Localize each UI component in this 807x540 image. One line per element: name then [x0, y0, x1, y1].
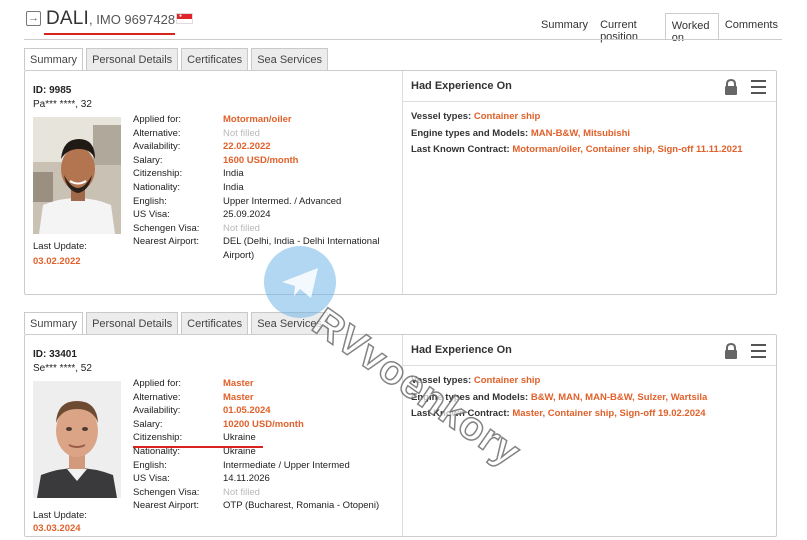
vessel-title: DALI, IMO 9697428: [46, 8, 175, 30]
card-2-tab-summary[interactable]: Summary: [24, 312, 84, 334]
alternative-label: Alternative:: [133, 391, 181, 403]
candidate-2-fields: Applied for: Master Alternative: Master Av…: [133, 377, 388, 513]
availability-label: Availability:: [133, 405, 181, 417]
candidate-1-last-update: 03.02.2022: [33, 256, 81, 267]
schengen-visa-label: Schengen Visa:: [133, 486, 200, 498]
candidate-2-name: Se*** ****, 52: [33, 363, 92, 374]
card-1-tab-summary[interactable]: Summary: [24, 48, 84, 70]
tab-current-position[interactable]: Current position: [594, 13, 665, 43]
candidate-1-citizenship: India: [223, 168, 244, 180]
candidate-1-vessel-types: Container ship: [473, 111, 541, 122]
candidate-1-schengen-visa: Not filled: [223, 222, 260, 234]
candidate-2-nearest-airport: OTP (Bucharest, Romania - Otopeni): [223, 500, 380, 512]
salary-label: Salary:: [133, 154, 163, 166]
english-label: English:: [133, 459, 167, 471]
hamburger-menu-icon[interactable]: [751, 344, 766, 362]
candidate-1-id: ID: 9985: [33, 85, 72, 96]
schengen-visa-label: Schengen Visa:: [133, 222, 200, 234]
candidate-2-alternative: Master: [223, 391, 254, 403]
card-1-tabs: Summary Personal Details Certificates Se…: [24, 48, 331, 70]
tab-summary[interactable]: Summary: [535, 13, 594, 39]
candidate-1-experience-title: Had Experience On: [411, 80, 512, 92]
us-visa-label: US Visa:: [133, 209, 170, 221]
lock-icon[interactable]: [724, 343, 738, 359]
nearest-airport-label: Nearest Airport:: [133, 500, 199, 512]
candidate-2-last-update: 03.03.2024: [33, 523, 81, 534]
candidate-2-availability: 01.05.2024: [223, 405, 271, 417]
singapore-flag-icon: ●: [176, 13, 193, 24]
us-visa-label: US Visa:: [133, 473, 170, 485]
applied-for-label: Applied for:: [133, 114, 182, 125]
alternative-label: Alternative:: [133, 127, 181, 139]
card-1-tab-certificates[interactable]: Certificates: [181, 48, 249, 70]
candidate-1-name: Pa*** ****, 32: [33, 99, 92, 110]
engine-types-label: Engine types and Models:: [411, 127, 531, 139]
candidate-1-last-contract: Motorman/oiler, Container ship, Sign-off…: [512, 144, 743, 155]
candidate-2-photo: [33, 381, 121, 498]
vessel-types-label: Vessel types:: [411, 111, 474, 122]
candidate-1-salary: 1600 USD/month: [223, 154, 299, 166]
candidate-1-summary: ID: 9985 Pa*** ****, 32 Applied for: Moto…: [25, 71, 403, 294]
candidate-1-us-visa: 25.09.2024: [223, 209, 271, 221]
top-tab-divider: [24, 39, 782, 40]
vessel-imo: , IMO 9697428: [89, 12, 176, 27]
candidate-1-photo: [33, 117, 121, 234]
citizenship-highlight-underline: [133, 446, 263, 448]
candidate-2-id: ID: 33401: [33, 349, 77, 360]
nationality-label: Nationality:: [133, 181, 180, 193]
candidate-1-last-update-label: Last Update:: [33, 241, 87, 252]
candidate-1-fields: Applied for: Motorman/oiler Alternative: N…: [133, 113, 388, 263]
back-arrow-icon[interactable]: →: [26, 11, 41, 26]
card-1-tab-sea-services[interactable]: Sea Services: [251, 48, 328, 70]
card-2-tab-certificates[interactable]: Certificates: [181, 312, 249, 334]
nearest-airport-label: Nearest Airport:: [133, 236, 199, 248]
candidate-2-experience-title: Had Experience On: [411, 344, 512, 356]
citizenship-label: Citizenship:: [133, 432, 183, 444]
candidate-2-engine-types: B&W, MAN, MAN-B&W, Sulzer, Wartsila: [530, 391, 708, 403]
candidate-1-experience-panel: Had Experience On Vessel types: Containe…: [403, 71, 776, 294]
tab-comments[interactable]: Comments: [719, 13, 784, 39]
last-contract-label: Last Known Contract:: [411, 144, 513, 155]
candidate-2-schengen-visa: Not filled: [223, 486, 260, 498]
candidate-2-last-contract: Master, Container ship, Sign-off 19.02.2…: [512, 408, 706, 419]
lock-icon[interactable]: [724, 79, 738, 95]
candidate-1-applied-for: Motorman/oiler: [223, 114, 292, 125]
candidate-1-engine-types: MAN-B&W, Mitsubishi: [530, 127, 631, 139]
candidate-1-alternative: Not filled: [223, 127, 260, 139]
card-1-tab-personal-details[interactable]: Personal Details: [86, 48, 179, 70]
candidate-2-citizenship: Ukraine: [223, 432, 256, 444]
availability-label: Availability:: [133, 141, 181, 153]
vessel-name-underline: [44, 33, 175, 35]
candidate-2-experience-header: Had Experience On: [403, 335, 776, 366]
candidate-1-english: Upper Intermed. / Advanced: [223, 195, 342, 207]
english-label: English:: [133, 195, 167, 207]
candidate-2-last-update-label: Last Update:: [33, 510, 87, 521]
applied-for-label: Applied for:: [133, 378, 182, 389]
top-tab-bar: Summary Current position Worked on Comme…: [535, 13, 784, 44]
candidate-1-experience-list: Vessel types: Container ship Engine type…: [411, 109, 743, 159]
candidate-1-experience-header: Had Experience On: [403, 71, 776, 102]
citizenship-label: Citizenship:: [133, 168, 183, 180]
candidate-2-us-visa: 14.11.2026: [223, 473, 270, 485]
vessel-name: DALI: [46, 8, 90, 29]
candidate-1-availability: 22.02.2022: [223, 141, 271, 153]
tab-worked-on[interactable]: Worked on: [664, 13, 719, 44]
candidate-2-salary: 10200 USD/month: [223, 418, 304, 430]
candidate-card-1: ID: 9985 Pa*** ****, 32 Applied for: Moto…: [24, 70, 777, 295]
candidate-1-nationality: India: [223, 181, 244, 193]
vessel-header: → DALI, IMO 9697428 ● Summary Current po…: [24, 8, 784, 44]
salary-label: Salary:: [133, 418, 163, 430]
card-2-tab-personal-details[interactable]: Personal Details: [86, 312, 179, 334]
candidate-2-applied-for: Master: [223, 378, 254, 389]
candidate-2-vessel-types: Container ship: [473, 375, 541, 386]
candidate-2-english: Intermediate / Upper Intermed: [223, 459, 350, 471]
hamburger-menu-icon[interactable]: [751, 80, 766, 98]
